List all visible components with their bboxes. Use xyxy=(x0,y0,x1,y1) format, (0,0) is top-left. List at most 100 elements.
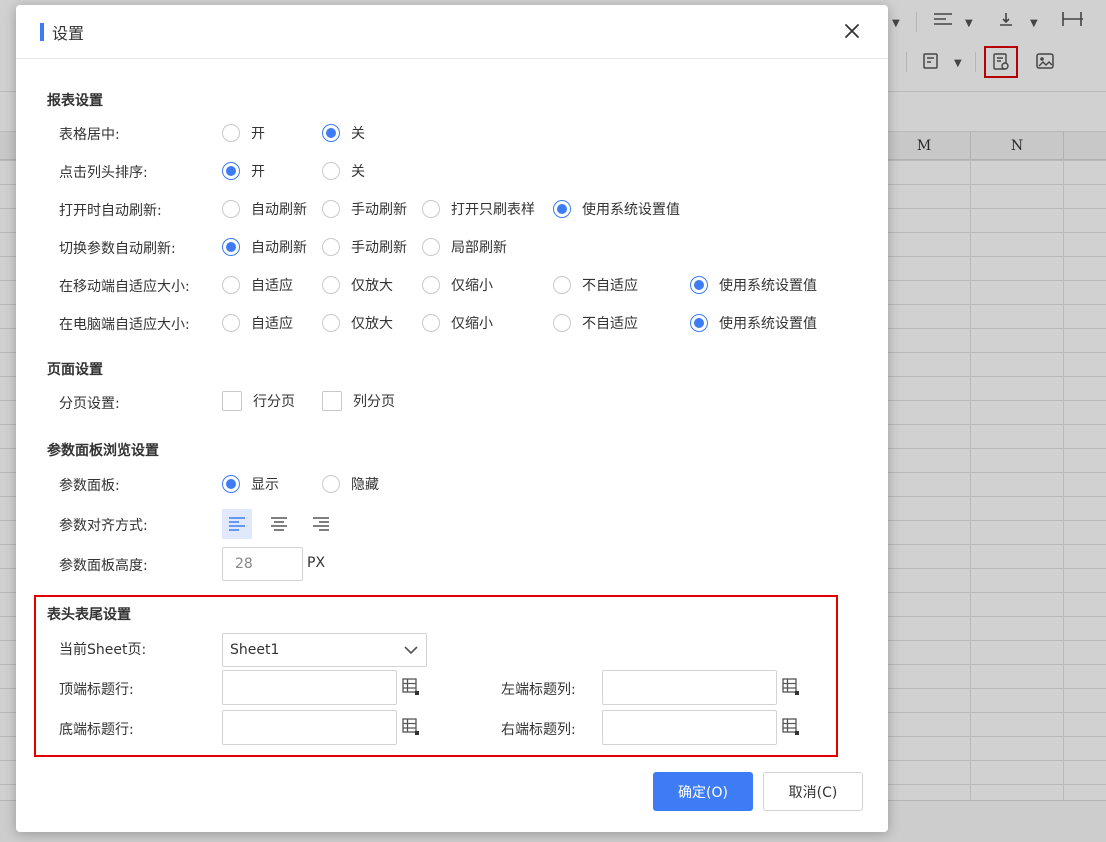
chevron-down-icon xyxy=(404,646,418,655)
col-paging-checkbox[interactable]: 列分页 xyxy=(322,391,395,411)
report-option-label: 打开只刷表样 xyxy=(451,202,535,218)
bottom-title-row-input[interactable] xyxy=(222,710,397,745)
radio-circle[interactable] xyxy=(222,162,240,180)
report-row-label: 表格居中: xyxy=(59,127,120,143)
report-option-label: 使用系统设置值 xyxy=(582,202,680,218)
current-sheet-label: 当前Sheet页: xyxy=(59,642,147,658)
param-height-unit: PX xyxy=(307,555,326,571)
report-option-label: 手动刷新 xyxy=(351,240,407,256)
align-left-button[interactable] xyxy=(222,509,252,539)
report-row-label: 点击列头排序: xyxy=(59,165,148,181)
report-option-radio[interactable]: 开 xyxy=(222,123,265,143)
radio-circle[interactable] xyxy=(322,276,340,294)
report-option-radio[interactable]: 局部刷新 xyxy=(422,237,507,257)
radio-circle[interactable] xyxy=(553,276,571,294)
cancel-button[interactable]: 取消(C) xyxy=(763,772,863,811)
report-option-label: 仅缩小 xyxy=(451,278,493,294)
report-option-label: 自动刷新 xyxy=(251,240,307,256)
top-title-row-input[interactable] xyxy=(222,670,397,705)
range-picker-icon[interactable] xyxy=(782,678,800,696)
report-option-radio[interactable]: 仅放大 xyxy=(322,275,393,295)
report-option-radio[interactable]: 开 xyxy=(222,161,265,181)
radio-circle[interactable] xyxy=(322,200,340,218)
radio-circle[interactable] xyxy=(422,200,440,218)
range-picker-icon[interactable] xyxy=(402,718,420,736)
radio-circle[interactable] xyxy=(690,314,708,332)
close-button[interactable] xyxy=(840,19,864,43)
report-option-radio[interactable]: 使用系统设置值 xyxy=(690,313,817,333)
radio-circle[interactable] xyxy=(553,314,571,332)
param-align-label: 参数对齐方式: xyxy=(59,518,148,534)
radio-circle[interactable] xyxy=(222,124,240,142)
report-option-label: 仅放大 xyxy=(351,316,393,332)
col-paging-label: 列分页 xyxy=(353,394,395,410)
report-option-radio[interactable]: 手动刷新 xyxy=(322,237,407,257)
param-panel-title: 参数面板浏览设置 xyxy=(47,443,159,459)
radio-circle[interactable] xyxy=(322,124,340,142)
param-height-label: 参数面板高度: xyxy=(59,558,148,574)
radio-circle[interactable] xyxy=(222,200,240,218)
align-right-button[interactable] xyxy=(306,509,336,539)
radio-circle[interactable] xyxy=(422,314,440,332)
current-sheet-select[interactable]: Sheet1 xyxy=(222,633,427,667)
panel-show-radio[interactable]: 显示 xyxy=(222,474,279,494)
settings-dialog: 设置 报表设置 页面设置 分页设置: 行分页 列分页 参数面板浏览设置 参数面板… xyxy=(16,5,888,832)
right-title-col-label: 右端标题列: xyxy=(501,722,576,738)
report-option-radio[interactable]: 使用系统设置值 xyxy=(553,199,680,219)
report-option-label: 使用系统设置值 xyxy=(719,278,817,294)
param-height-input[interactable] xyxy=(222,547,303,581)
radio-circle[interactable] xyxy=(422,276,440,294)
header-footer-title: 表头表尾设置 xyxy=(47,607,131,623)
report-option-label: 手动刷新 xyxy=(351,202,407,218)
report-option-label: 仅放大 xyxy=(351,278,393,294)
radio-circle[interactable] xyxy=(553,200,571,218)
report-option-radio[interactable]: 手动刷新 xyxy=(322,199,407,219)
radio-circle[interactable] xyxy=(222,276,240,294)
panel-hide-radio[interactable]: 隐藏 xyxy=(322,474,379,494)
checkbox-box[interactable] xyxy=(322,391,342,411)
report-option-radio[interactable]: 自适应 xyxy=(222,275,293,295)
top-title-row-label: 顶端标题行: xyxy=(59,682,134,698)
report-option-label: 自适应 xyxy=(251,278,293,294)
right-title-col-input[interactable] xyxy=(602,710,777,745)
left-title-col-label: 左端标题列: xyxy=(501,682,576,698)
title-accent-bar xyxy=(40,23,44,41)
report-option-radio[interactable]: 不自适应 xyxy=(553,275,638,295)
report-option-radio[interactable]: 使用系统设置值 xyxy=(690,275,817,295)
close-icon xyxy=(845,24,859,38)
report-option-radio[interactable]: 自动刷新 xyxy=(222,237,307,257)
range-picker-icon[interactable] xyxy=(782,718,800,736)
report-option-radio[interactable]: 自适应 xyxy=(222,313,293,333)
checkbox-box[interactable] xyxy=(222,391,242,411)
report-option-radio[interactable]: 仅放大 xyxy=(322,313,393,333)
radio-circle[interactable] xyxy=(322,162,340,180)
report-option-label: 关 xyxy=(351,126,365,142)
radio-circle[interactable] xyxy=(322,238,340,256)
radio-circle[interactable] xyxy=(222,314,240,332)
report-option-radio[interactable]: 关 xyxy=(322,161,365,181)
align-center-button[interactable] xyxy=(264,509,294,539)
report-option-label: 局部刷新 xyxy=(451,240,507,256)
radio-circle[interactable] xyxy=(222,238,240,256)
radio-circle[interactable] xyxy=(322,314,340,332)
radio-circle[interactable] xyxy=(690,276,708,294)
range-picker-icon[interactable] xyxy=(402,678,420,696)
report-option-radio[interactable]: 仅缩小 xyxy=(422,275,493,295)
report-option-label: 仅缩小 xyxy=(451,316,493,332)
ok-button[interactable]: 确定(O) xyxy=(653,772,753,811)
radio-circle[interactable] xyxy=(422,238,440,256)
report-option-radio[interactable]: 不自适应 xyxy=(553,313,638,333)
report-option-radio[interactable]: 打开只刷表样 xyxy=(422,199,535,219)
row-paging-checkbox[interactable]: 行分页 xyxy=(222,391,295,411)
left-title-col-input[interactable] xyxy=(602,670,777,705)
report-option-radio[interactable]: 关 xyxy=(322,123,365,143)
report-option-label: 不自适应 xyxy=(582,316,638,332)
radio-circle[interactable] xyxy=(222,475,240,493)
report-option-label: 开 xyxy=(251,164,265,180)
report-option-radio[interactable]: 自动刷新 xyxy=(222,199,307,219)
report-row-label: 在移动端自适应大小: xyxy=(59,279,190,295)
radio-circle[interactable] xyxy=(322,475,340,493)
report-option-radio[interactable]: 仅缩小 xyxy=(422,313,493,333)
report-option-label: 使用系统设置值 xyxy=(719,316,817,332)
panel-show-label: 显示 xyxy=(251,477,279,493)
